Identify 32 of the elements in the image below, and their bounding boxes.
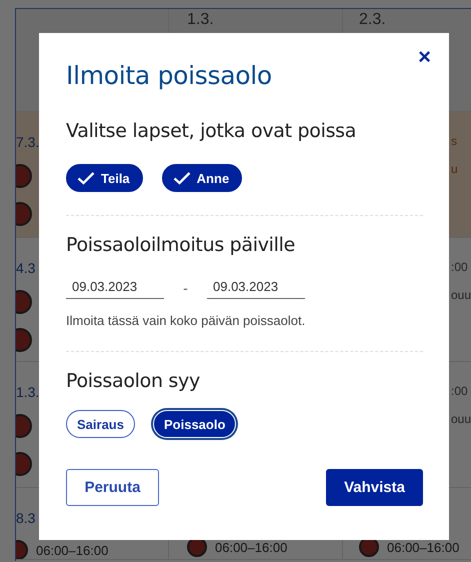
date-label: 4.3 <box>16 260 36 276</box>
section-heading: Valitse lapset, jotka ovat poissa <box>66 120 358 142</box>
shift-time: 06:00–16:00 <box>36 542 108 558</box>
check-icon <box>77 171 95 185</box>
end-date-field[interactable]: 09.03.2023 <box>207 276 305 299</box>
section-heading: Poissaoloilmoitus päiville <box>66 234 296 256</box>
calendar-text: s <box>451 134 457 148</box>
hint-text: Ilmoita tässä vain koko päivän poissaolot. <box>66 313 306 328</box>
child-toggle[interactable]: Teila <box>66 164 143 192</box>
reason-option[interactable]: Poissaolo <box>152 410 236 438</box>
calendar-text: :00 <box>451 260 468 274</box>
date-label: 2.3. <box>359 11 386 29</box>
date-separator: - <box>182 280 189 296</box>
date-label: 1.3. <box>187 11 214 29</box>
cancel-button[interactable]: Peruuta <box>66 469 159 506</box>
date-label: 1.3. <box>16 384 40 400</box>
check-icon <box>172 171 191 185</box>
shift-time: 06:00–16:00 <box>215 540 288 554</box>
child-toggle[interactable]: Anne <box>162 164 242 192</box>
calendar-text: :00 <box>451 384 468 398</box>
calendar-text: u <box>451 162 458 176</box>
close-button[interactable]: × <box>412 43 437 71</box>
start-date-field[interactable]: 09.03.2023 <box>66 276 164 299</box>
confirm-button[interactable]: Vahvista <box>326 469 423 506</box>
calendar-text: ouu <box>451 288 471 302</box>
section-heading: Poissaolon syy <box>66 370 201 392</box>
date-label: 7.3. <box>16 134 40 150</box>
calendar-text: ouu <box>451 412 471 426</box>
shift-time: 06:00–16:00 <box>387 540 460 554</box>
dialog-title: Ilmoita poissaolo <box>66 61 273 90</box>
date-label: 8.3 <box>16 510 36 526</box>
reason-option[interactable]: Sairaus <box>66 410 135 438</box>
